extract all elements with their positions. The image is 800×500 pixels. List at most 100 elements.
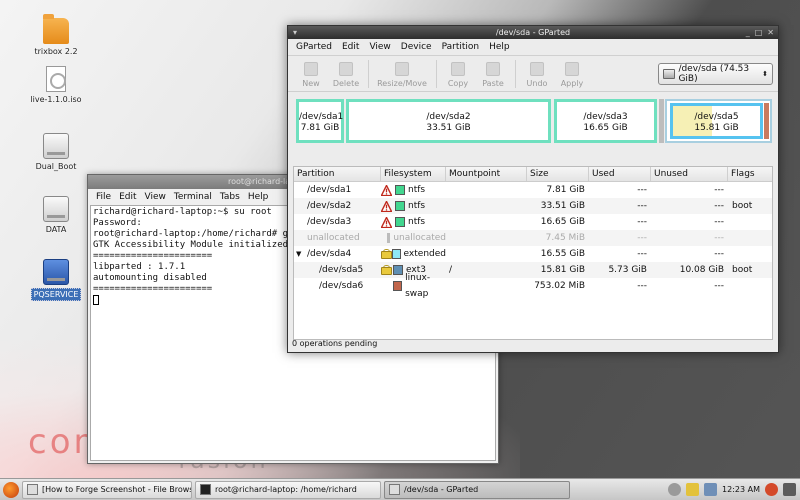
cell-filesystem: ntfs: [381, 182, 446, 198]
terminal-menu-view[interactable]: View: [145, 192, 166, 202]
cell-mountpoint: [446, 198, 527, 214]
cell-unused: ---: [714, 185, 724, 195]
column-header-flags[interactable]: Flags: [728, 167, 772, 181]
firefox-launcher-icon[interactable]: [3, 481, 19, 498]
terminal-menu-edit[interactable]: Edit: [119, 192, 136, 202]
window-title: /dev/sda - GParted: [495, 28, 571, 37]
cell-filesystem: ntfs: [381, 198, 446, 214]
terminal-menu-file[interactable]: File: [96, 192, 111, 202]
power-icon[interactable]: [783, 483, 796, 496]
desktop-icon-dual-boot[interactable]: Dual_Boot: [26, 130, 86, 171]
new-button[interactable]: New: [294, 62, 328, 91]
map-partition-sda2[interactable]: /dev/sda2 33.51 GiB: [346, 99, 551, 143]
desktop-icon-label: DATA: [45, 225, 67, 234]
new-label: New: [302, 79, 320, 88]
window-menu-icon[interactable]: ▾: [293, 26, 297, 39]
table-row[interactable]: /dev/sda3 ntfs 16.65 GiB --- ---: [294, 214, 772, 230]
map-partition-size: 16.65 GiB: [583, 123, 628, 133]
cell-used: ---: [637, 233, 647, 243]
cell-partition: unallocated: [294, 230, 381, 246]
menu-view[interactable]: View: [369, 42, 390, 52]
cell-size: 7.45 MiB: [545, 233, 585, 243]
map-partition-sda3[interactable]: /dev/sda3 16.65 GiB: [554, 99, 657, 143]
menu-help[interactable]: Help: [489, 42, 510, 52]
gparted-window[interactable]: ▾ /dev/sda - GParted _ □ ✕ GParted Edit …: [287, 25, 779, 353]
table-row[interactable]: /dev/sda5 ext3/15.81 GiB 5.73 GiB 10.08 GiB…: [294, 262, 772, 278]
table-row[interactable]: ▼ /dev/sda4 extended 16.55 GiB --- ---: [294, 246, 772, 262]
copy-button[interactable]: Copy: [441, 62, 475, 91]
expander-icon[interactable]: ▼: [296, 246, 301, 262]
table-row[interactable]: /dev/sda1 ntfs 7.81 GiB --- ---: [294, 182, 772, 198]
filesystem-name: ntfs: [408, 217, 426, 227]
partition-name: /dev/sda2: [307, 201, 352, 211]
partition-name: /dev/sda4: [307, 249, 352, 259]
paste-icon: [486, 62, 500, 76]
filesystem-name: extended: [403, 249, 446, 259]
menu-gparted[interactable]: GParted: [296, 42, 332, 52]
cell-flags: [728, 182, 772, 198]
compiz-tray-icon[interactable]: [765, 483, 778, 496]
table-row[interactable]: unallocated unallocated 7.45 MiB --- ---: [294, 230, 772, 246]
update-notifier-icon[interactable]: [686, 483, 700, 496]
minimize-button[interactable]: _: [746, 26, 750, 39]
table-row[interactable]: /dev/sda6 linux-swap 753.02 MiB --- ---: [294, 273, 772, 299]
cell-flags: boot: [732, 265, 753, 275]
desktop-icon-pqservice[interactable]: PQSERVICE: [26, 256, 86, 301]
menu-partition[interactable]: Partition: [442, 42, 480, 52]
desktop-icon-trixbox[interactable]: trixbox 2.2: [26, 14, 86, 56]
cell-size: 753.02 MiB: [534, 281, 585, 291]
close-button[interactable]: ✕: [767, 26, 774, 39]
cell-used: ---: [637, 281, 647, 291]
cell-unused: ---: [714, 201, 724, 211]
map-partition-sda1[interactable]: /dev/sda1 7.81 GiB: [296, 99, 344, 143]
map-partition-name: /dev/sda1: [299, 112, 344, 122]
column-header-mountpoint[interactable]: Mountpoint: [446, 167, 527, 181]
map-partition-size: 7.81 GiB: [300, 123, 340, 133]
task-file-browser[interactable]: [How to Forge Screenshot - File Browser]: [22, 480, 192, 499]
map-partition-name: /dev/sda5: [694, 112, 739, 122]
volume-icon[interactable]: [668, 483, 682, 496]
paste-button[interactable]: Paste: [476, 62, 510, 91]
network-icon[interactable]: [704, 483, 718, 496]
table-row[interactable]: /dev/sda2 ntfs 33.51 GiB --- --- boot: [294, 198, 772, 214]
task-gparted[interactable]: /dev/sda - GParted: [384, 480, 570, 499]
column-header-used[interactable]: Used: [589, 167, 651, 181]
maximize-button[interactable]: □: [755, 26, 763, 39]
clock[interactable]: 12:23 AM: [722, 485, 760, 494]
terminal-menu-tabs[interactable]: Tabs: [220, 192, 240, 202]
map-extended-partition[interactable]: /dev/sda5 15.81 GiB: [665, 99, 772, 143]
terminal-menu-terminal[interactable]: Terminal: [174, 192, 212, 202]
warning-icon: [381, 184, 392, 196]
resize-move-button[interactable]: Resize/Move: [373, 62, 431, 91]
map-partition-sda5[interactable]: /dev/sda5 15.81 GiB: [670, 103, 763, 139]
menu-device[interactable]: Device: [401, 42, 432, 52]
menu-edit[interactable]: Edit: [342, 42, 359, 52]
gparted-titlebar[interactable]: ▾ /dev/sda - GParted _ □ ✕: [288, 26, 778, 39]
gparted-icon: [389, 484, 400, 495]
map-partition-sda6[interactable]: [764, 103, 769, 139]
filesystem-name: unallocated: [393, 233, 446, 243]
text-cursor: [93, 295, 99, 305]
task-terminal[interactable]: root@richard-laptop: /home/richard: [195, 480, 381, 499]
undo-button[interactable]: Undo: [520, 62, 554, 91]
cell-unused: ---: [714, 281, 724, 291]
delete-button[interactable]: Delete: [329, 62, 363, 91]
column-header-partition[interactable]: Partition: [294, 167, 381, 181]
device-selector[interactable]: /dev/sda (74.53 GiB) ⬍: [658, 63, 773, 85]
task-label: /dev/sda - GParted: [404, 485, 479, 494]
column-header-unused[interactable]: Unused: [651, 167, 728, 181]
filesystem-color-swatch: [393, 281, 403, 291]
desktop-icon-live-iso[interactable]: live-1.1.0.iso: [26, 66, 86, 104]
terminal-menu-help[interactable]: Help: [248, 192, 269, 202]
cell-size: 16.65 GiB: [540, 217, 585, 227]
desktop-icon-data[interactable]: DATA: [26, 193, 86, 234]
filesystem-color-swatch: [395, 185, 405, 195]
column-header-size[interactable]: Size: [527, 167, 589, 181]
new-icon: [304, 62, 318, 76]
desktop-icon-label: live-1.1.0.iso: [30, 95, 82, 104]
map-partition-size: 33.51 GiB: [426, 123, 471, 133]
map-unallocated[interactable]: [659, 99, 664, 143]
apply-button[interactable]: Apply: [555, 62, 589, 91]
column-header-filesystem[interactable]: Filesystem: [381, 167, 446, 181]
resize-icon: [395, 62, 409, 76]
